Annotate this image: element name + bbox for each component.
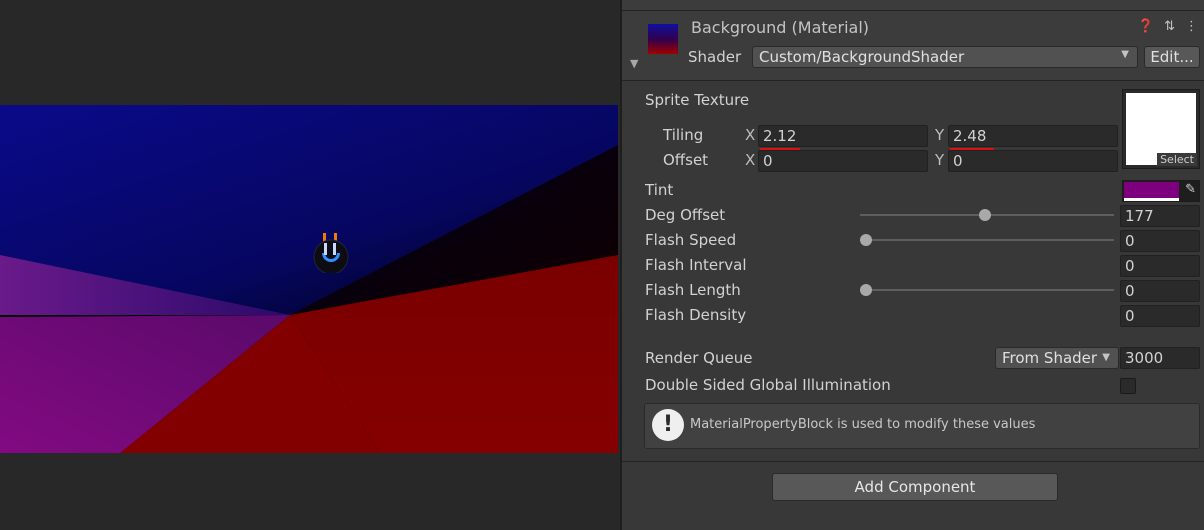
chevron-down-icon: ▼ (1102, 352, 1110, 363)
tiling-label: Tiling (663, 126, 704, 144)
deg-offset-field[interactable]: 177 (1120, 205, 1200, 227)
game-view (0, 0, 620, 530)
material-thumbnail-icon (648, 24, 678, 54)
background-render (0, 105, 618, 453)
flash-density-field[interactable]: 0 (1120, 305, 1200, 327)
flash-length-label: Flash Length (645, 281, 741, 299)
double-sided-gi-label: Double Sided Global Illumination (645, 376, 891, 394)
material-title: Background (Material) (691, 18, 870, 37)
flash-density-label: Flash Density (645, 306, 747, 324)
offset-x-field[interactable]: 0 (758, 150, 928, 172)
flash-speed-slider-track[interactable] (860, 239, 1114, 241)
header-divider (622, 10, 1204, 11)
flash-interval-field[interactable]: 0 (1120, 255, 1200, 277)
flash-speed-slider-knob[interactable] (860, 234, 872, 246)
edit-shader-button[interactable]: Edit... (1144, 46, 1200, 68)
sprite-texture-label: Sprite Texture (645, 91, 750, 109)
more-icon[interactable]: ⋮ (1185, 19, 1198, 34)
component-divider (622, 461, 1204, 462)
foldout-arrow-icon[interactable]: ▼ (630, 57, 638, 70)
sprite-texture-slot[interactable]: Select (1122, 89, 1200, 169)
chevron-down-icon: ▼ (1121, 49, 1129, 60)
offset-x-axis-label: X (745, 151, 756, 169)
offset-label: Offset (663, 151, 709, 169)
tiling-x-axis-label: X (745, 126, 756, 144)
render-queue-mode-value: From Shader (1002, 349, 1098, 367)
render-queue-field[interactable]: 3000 (1120, 347, 1200, 369)
tint-alpha-bar (1124, 198, 1179, 201)
header-icons: ❓ ⇅ ⋮ (1138, 19, 1198, 34)
flash-length-slider-knob[interactable] (860, 284, 872, 296)
material-header: ▼ Background (Material) ❓ ⇅ ⋮ Shader Cus… (622, 0, 1204, 81)
shader-dropdown-value: Custom/BackgroundShader (759, 48, 965, 66)
flash-speed-field[interactable]: 0 (1120, 230, 1200, 252)
texture-select-button[interactable]: Select (1157, 153, 1197, 166)
deg-offset-label: Deg Offset (645, 206, 726, 224)
flash-interval-label: Flash Interval (645, 256, 747, 274)
tiling-y-field[interactable]: 2.48 (948, 125, 1118, 147)
warning-icon: ! (652, 409, 684, 441)
tint-color-field[interactable]: ✎ (1122, 180, 1200, 202)
deg-offset-slider-knob[interactable] (978, 209, 991, 221)
flash-length-field[interactable]: 0 (1120, 280, 1200, 302)
render-queue-label: Render Queue (645, 349, 753, 367)
add-component-button[interactable]: Add Component (772, 473, 1058, 501)
offset-y-axis-label: Y (935, 151, 945, 169)
preset-icon[interactable]: ⇅ (1164, 19, 1175, 34)
flash-length-slider-track[interactable] (860, 289, 1114, 291)
inspector-panel: ▼ Background (Material) ❓ ⇅ ⋮ Shader Cus… (620, 0, 1204, 530)
shader-dropdown[interactable]: Custom/BackgroundShader ▼ (752, 46, 1138, 68)
tint-color-swatch (1124, 182, 1179, 198)
render-queue-mode-dropdown[interactable]: From Shader ▼ (995, 347, 1119, 369)
helpbox-text: MaterialPropertyBlock is used to modify … (690, 417, 1036, 432)
info-helpbox: ! MaterialPropertyBlock is used to modif… (644, 403, 1200, 449)
game-canvas[interactable] (0, 105, 618, 453)
tiling-x-field[interactable]: 2.12 (758, 125, 928, 147)
tiling-y-axis-label: Y (935, 126, 945, 144)
flash-speed-label: Flash Speed (645, 231, 737, 249)
offset-y-field[interactable]: 0 (948, 150, 1118, 172)
eyedropper-icon[interactable]: ✎ (1185, 182, 1196, 197)
tint-label: Tint (645, 181, 674, 199)
help-icon[interactable]: ❓ (1138, 19, 1154, 34)
shader-label: Shader (688, 48, 742, 66)
double-sided-gi-checkbox[interactable] (1120, 378, 1136, 394)
player-ship (312, 233, 350, 273)
